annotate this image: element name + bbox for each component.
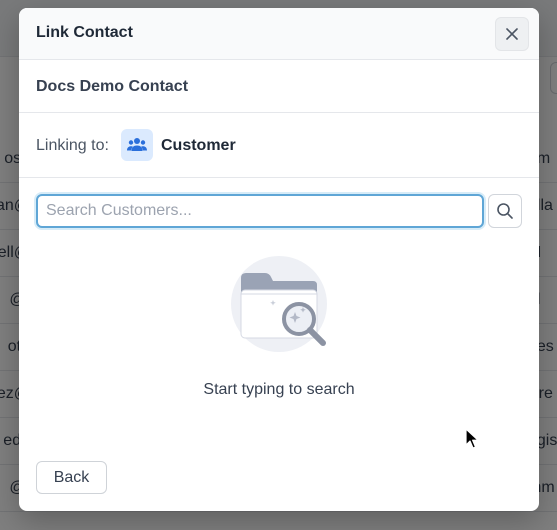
link-contact-modal: Link Contact Docs Demo Contact Linking t… xyxy=(19,8,539,511)
folder-search-illustration xyxy=(231,256,327,352)
back-button[interactable]: Back xyxy=(36,461,107,494)
search-button[interactable] xyxy=(488,194,522,228)
search-icon xyxy=(497,203,513,219)
modal-title: Link Contact xyxy=(36,24,133,41)
close-button[interactable] xyxy=(495,17,529,51)
contact-name: Docs Demo Contact xyxy=(36,78,189,95)
mouse-cursor-icon xyxy=(465,428,479,449)
modal-header: Link Contact xyxy=(19,8,539,60)
contact-section: Docs Demo Contact xyxy=(19,60,539,113)
linking-entity-name: Customer xyxy=(161,137,236,154)
entity-icon-box xyxy=(121,129,153,161)
linking-section: Linking to: Customer xyxy=(19,113,539,178)
close-icon xyxy=(506,28,518,40)
search-input[interactable] xyxy=(36,194,484,228)
users-icon xyxy=(127,138,147,151)
empty-state-text: Start typing to search xyxy=(203,381,355,398)
linking-label: Linking to: xyxy=(36,137,109,154)
